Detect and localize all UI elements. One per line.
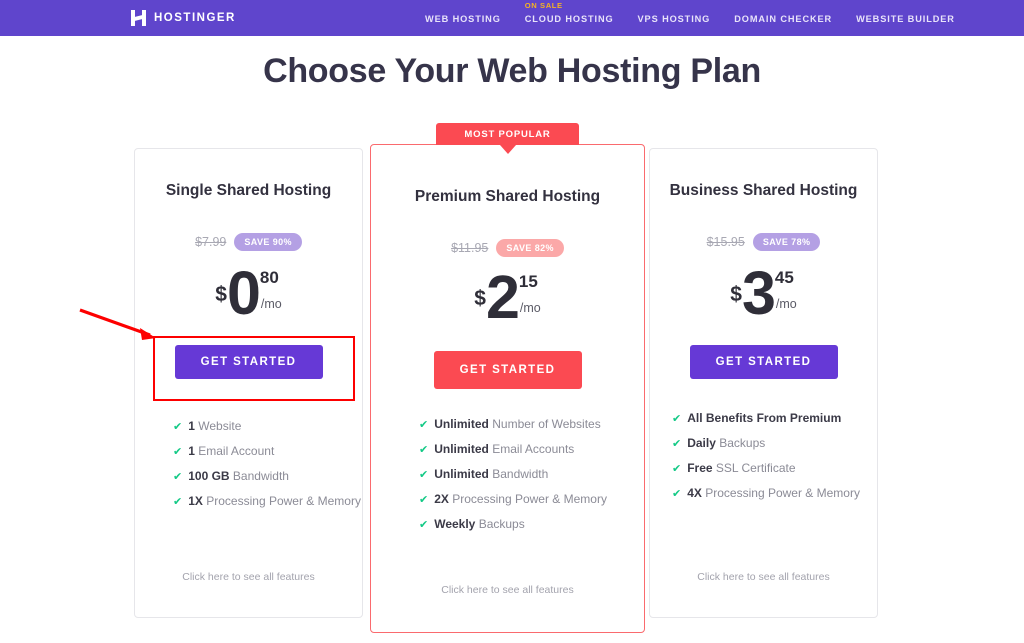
check-icon: ✔	[672, 438, 682, 450]
feature-bold: Unlimited	[434, 442, 489, 456]
feature-rest: Bandwidth	[232, 469, 289, 483]
feature-rest: SSL Certificate	[715, 461, 796, 475]
check-icon: ✔	[419, 419, 429, 431]
plan-save-badge: SAVE 78%	[752, 233, 821, 251]
plan-name: Single Shared Hosting	[165, 182, 332, 199]
feature-rest: Number of Websites	[492, 417, 601, 431]
check-icon: ✔	[672, 488, 682, 500]
plan-card-premium-shared-hosting[interactable]: Premium Shared Hosting $11.95 SAVE 82% $…	[370, 144, 645, 633]
check-icon: ✔	[419, 444, 429, 456]
feature-rest: Processing Power & Memory	[705, 486, 860, 500]
feature-item: ✔ Unlimited Number of Websites	[419, 417, 644, 431]
plan-price: $ 3 45 /mo	[650, 259, 877, 327]
price-integer: 0	[226, 259, 261, 327]
plan-old-price: $11.95	[451, 241, 489, 255]
price-integer: 2	[485, 263, 520, 331]
check-icon: ✔	[173, 496, 183, 508]
get-started-button-single[interactable]: GET STARTED	[174, 345, 323, 379]
feature-item: ✔ 1 Email Account	[173, 444, 362, 458]
feature-bold: Unlimited	[434, 417, 489, 431]
plan-name: Business Shared Hosting	[669, 182, 858, 199]
plan-discount-row: $11.95 SAVE 82%	[371, 239, 644, 257]
feature-item: ✔ 1 Website	[173, 419, 362, 433]
plan-name: Premium Shared Hosting	[414, 188, 601, 205]
pricing-page: HOSTINGER WEB HOSTING ON SALE CLOUD HOST…	[0, 0, 1024, 643]
price-decimal: 80	[259, 268, 279, 287]
check-icon: ✔	[419, 494, 429, 506]
feature-bold: Free	[687, 461, 713, 475]
pricing-cards: Single Shared Hosting $7.99 SAVE 90% $ 0…	[0, 0, 1024, 643]
feature-bold: 4X	[687, 486, 702, 500]
feature-bold: 1	[188, 444, 195, 458]
plan-card-single-shared-hosting[interactable]: Single Shared Hosting $7.99 SAVE 90% $ 0…	[134, 148, 363, 618]
feature-bold: Weekly	[434, 517, 476, 531]
feature-item: ✔ Weekly Backups	[419, 517, 644, 531]
plan-features: ✔ 1 Website ✔ 1 Email Account ✔ 100 GB B…	[135, 419, 362, 519]
plan-features: ✔ Unlimited Number of Websites ✔ Unlimit…	[371, 417, 644, 542]
plan-old-price: $7.99	[195, 235, 227, 249]
get-started-button-business[interactable]: GET STARTED	[689, 345, 838, 379]
most-popular-badge-notch-icon	[500, 145, 516, 154]
feature-bold: 1	[188, 419, 195, 433]
check-icon: ✔	[419, 519, 429, 531]
price-period: /mo	[260, 297, 282, 311]
plan-price: $ 2 15 /mo	[371, 263, 644, 331]
feature-bold: Daily	[687, 436, 716, 450]
feature-rest: Email Accounts	[492, 442, 575, 456]
check-icon: ✔	[173, 471, 183, 483]
plan-features: ✔ All Benefits From Premium ✔ Daily Back…	[650, 411, 877, 511]
price-currency: $	[215, 283, 227, 306]
price-period: /mo	[775, 297, 797, 311]
price-currency: $	[474, 287, 486, 310]
feature-bold: 100 GB	[188, 469, 230, 483]
get-started-button-premium[interactable]: GET STARTED	[433, 351, 582, 389]
feature-item: ✔ Unlimited Email Accounts	[419, 442, 644, 456]
price-integer: 3	[741, 259, 776, 327]
feature-rest: Bandwidth	[492, 467, 549, 481]
plan-old-price: $15.95	[706, 235, 745, 249]
most-popular-badge: MOST POPULAR	[436, 123, 579, 145]
check-icon: ✔	[173, 421, 183, 433]
feature-bold: 2X	[434, 492, 449, 506]
check-icon: ✔	[173, 446, 183, 458]
feature-rest: Backups	[719, 436, 766, 450]
feature-rest: Processing Power & Memory	[452, 492, 607, 506]
feature-item: ✔ Daily Backups	[672, 436, 877, 450]
feature-bold: 1X	[188, 494, 203, 508]
price-period: /mo	[519, 301, 541, 315]
feature-bold: All Benefits From Premium	[687, 411, 842, 425]
plan-save-badge: SAVE 90%	[234, 233, 302, 251]
see-all-features-link[interactable]: Click here to see all features	[650, 571, 877, 583]
plan-save-badge: SAVE 82%	[496, 239, 564, 257]
plan-discount-row: $15.95 SAVE 78%	[650, 233, 877, 251]
plan-card-business-shared-hosting[interactable]: Business Shared Hosting $15.95 SAVE 78% …	[649, 148, 878, 618]
feature-item: ✔ 100 GB Bandwidth	[173, 469, 362, 483]
feature-rest: Backups	[478, 517, 525, 531]
plan-discount-row: $7.99 SAVE 90%	[135, 233, 362, 251]
feature-item: ✔ Free SSL Certificate	[672, 461, 877, 475]
see-all-features-link[interactable]: Click here to see all features	[371, 584, 644, 596]
feature-rest: Website	[198, 419, 242, 433]
feature-item: ✔ 4X Processing Power & Memory	[672, 486, 877, 500]
price-decimal: 15	[518, 272, 538, 291]
plan-price: $ 0 80 /mo	[135, 259, 362, 327]
check-icon: ✔	[672, 413, 682, 425]
see-all-features-link[interactable]: Click here to see all features	[135, 571, 362, 583]
feature-item: ✔ Unlimited Bandwidth	[419, 467, 644, 481]
feature-item: ✔ 1X Processing Power & Memory	[173, 494, 362, 508]
check-icon: ✔	[419, 469, 429, 481]
feature-item: ✔ All Benefits From Premium	[672, 411, 877, 425]
price-decimal: 45	[774, 268, 794, 287]
price-currency: $	[730, 283, 742, 306]
feature-bold: Unlimited	[434, 467, 489, 481]
feature-rest: Processing Power & Memory	[206, 494, 361, 508]
check-icon: ✔	[672, 463, 682, 475]
feature-item: ✔ 2X Processing Power & Memory	[419, 492, 644, 506]
feature-rest: Email Account	[198, 444, 275, 458]
